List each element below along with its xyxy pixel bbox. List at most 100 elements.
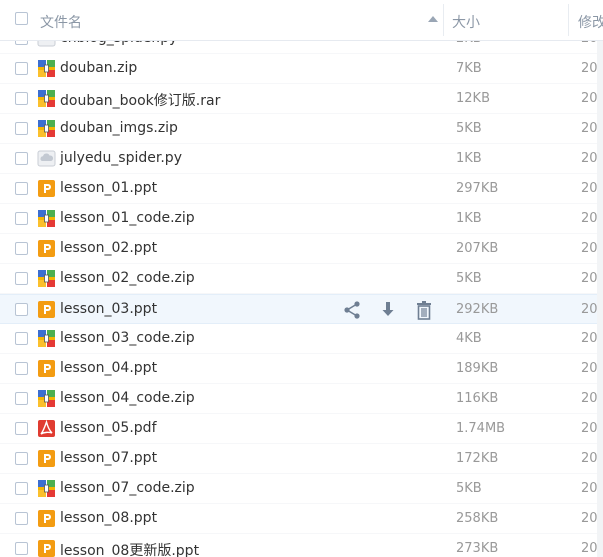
- file-name-link[interactable]: lesson_07.ppt: [60, 450, 157, 466]
- file-row[interactable]: douban.zip7KB201: [0, 54, 603, 84]
- row-checkbox[interactable]: [15, 122, 28, 135]
- file-list-panel: cnblog_spider.py2KB201douban.zip7KB201do…: [0, 0, 603, 557]
- file-size: 172KB: [456, 451, 499, 466]
- file-size: 292KB: [456, 302, 499, 317]
- file-row[interactable]: lesson_01_code.zip1KB201: [0, 204, 603, 234]
- column-separator[interactable]: [568, 4, 569, 36]
- file-size: 258KB: [456, 511, 499, 526]
- file-name-link[interactable]: douban.zip: [60, 60, 137, 76]
- file-row[interactable]: douban_imgs.zip5KB201: [0, 114, 603, 144]
- file-row[interactable]: lesson_08.ppt258KB201: [0, 504, 603, 534]
- zip-archive-icon: [37, 329, 56, 348]
- file-size: 273KB: [456, 541, 499, 556]
- zip-archive-icon: [37, 479, 56, 498]
- file-row[interactable]: lesson_03.ppt292KB201: [0, 294, 603, 324]
- zip-archive-icon: [37, 209, 56, 228]
- file-row[interactable]: lesson_07.ppt172KB201: [0, 444, 603, 474]
- row-checkbox[interactable]: [15, 362, 28, 375]
- row-checkbox[interactable]: [15, 212, 28, 225]
- row-checkbox[interactable]: [15, 392, 28, 405]
- file-row[interactable]: lesson_04_code.zip116KB201: [0, 384, 603, 414]
- ppt-file-icon: [37, 300, 56, 319]
- zip-archive-icon: [37, 269, 56, 288]
- file-row[interactable]: lesson_08更新版.ppt273KB201: [0, 534, 603, 557]
- file-name-link[interactable]: lesson_02.ppt: [60, 240, 157, 256]
- file-size: 297KB: [456, 181, 499, 196]
- ppt-file-icon: [37, 239, 56, 258]
- file-name-link[interactable]: lesson_05.pdf: [60, 420, 157, 436]
- rar-archive-icon: [37, 89, 56, 108]
- file-size: 4KB: [456, 331, 482, 346]
- file-size: 189KB: [456, 361, 499, 376]
- file-name-link[interactable]: lesson_03_code.zip: [60, 330, 195, 346]
- row-checkbox[interactable]: [15, 542, 28, 555]
- file-size: 1KB: [456, 211, 482, 226]
- file-size: 12KB: [456, 91, 490, 106]
- row-checkbox[interactable]: [15, 332, 28, 345]
- column-header-name[interactable]: 文件名: [40, 12, 82, 32]
- file-name-link[interactable]: lesson_08.ppt: [60, 510, 157, 526]
- file-list: cnblog_spider.py2KB201douban.zip7KB201do…: [0, 24, 603, 557]
- vertical-scrollbar[interactable]: [597, 40, 603, 557]
- file-size: 5KB: [456, 481, 482, 496]
- row-checkbox[interactable]: [15, 152, 28, 165]
- row-checkbox[interactable]: [15, 452, 28, 465]
- ppt-file-icon: [37, 179, 56, 198]
- file-name-link[interactable]: lesson_03.ppt: [60, 301, 157, 317]
- file-size: 116KB: [456, 391, 499, 406]
- select-all-checkbox[interactable]: [15, 12, 28, 25]
- file-name-link[interactable]: lesson_01.ppt: [60, 180, 157, 196]
- row-checkbox[interactable]: [15, 62, 28, 75]
- share-icon[interactable]: [342, 300, 362, 320]
- ppt-file-icon: [37, 539, 56, 557]
- file-row[interactable]: lesson_03_code.zip4KB201: [0, 324, 603, 354]
- ppt-file-icon: [37, 509, 56, 528]
- column-separator[interactable]: [443, 4, 444, 36]
- file-name-link[interactable]: lesson_07_code.zip: [60, 480, 195, 496]
- file-name-link[interactable]: julyedu_spider.py: [60, 150, 182, 166]
- zip-archive-icon: [37, 59, 56, 78]
- file-row[interactable]: douban_book修订版.rar12KB201: [0, 84, 603, 114]
- file-size: 7KB: [456, 61, 482, 76]
- row-actions: [342, 300, 434, 320]
- row-checkbox[interactable]: [15, 182, 28, 195]
- row-checkbox[interactable]: [15, 242, 28, 255]
- file-row[interactable]: julyedu_spider.py1KB201: [0, 144, 603, 174]
- file-row[interactable]: lesson_02_code.zip5KB201: [0, 264, 603, 294]
- file-row[interactable]: lesson_04.ppt189KB201: [0, 354, 603, 384]
- download-icon[interactable]: [378, 300, 398, 320]
- file-name-link[interactable]: douban_book修订版.rar: [60, 90, 220, 110]
- row-checkbox[interactable]: [15, 303, 28, 316]
- row-checkbox[interactable]: [15, 422, 28, 435]
- pdf-file-icon: [37, 419, 56, 438]
- zip-archive-icon: [37, 119, 56, 138]
- file-row[interactable]: lesson_05.pdf1.74MB201: [0, 414, 603, 444]
- file-size: 1.74MB: [456, 421, 506, 436]
- file-name-link[interactable]: lesson_08更新版.ppt: [60, 540, 199, 557]
- file-name-link[interactable]: douban_imgs.zip: [60, 120, 178, 136]
- ppt-file-icon: [37, 449, 56, 468]
- file-row[interactable]: lesson_02.ppt207KB201: [0, 234, 603, 264]
- file-name-link[interactable]: lesson_04_code.zip: [60, 390, 195, 406]
- delete-icon[interactable]: [414, 300, 434, 320]
- ppt-file-icon: [37, 359, 56, 378]
- row-checkbox[interactable]: [15, 512, 28, 525]
- file-size: 207KB: [456, 241, 499, 256]
- row-checkbox[interactable]: [15, 92, 28, 105]
- column-header-size[interactable]: 大小: [452, 12, 480, 32]
- file-list-header: 文件名 大小 修改: [0, 0, 603, 41]
- python-file-icon: [37, 149, 56, 168]
- file-row[interactable]: lesson_07_code.zip5KB201: [0, 474, 603, 504]
- file-name-link[interactable]: lesson_04.ppt: [60, 360, 157, 376]
- file-row[interactable]: lesson_01.ppt297KB201: [0, 174, 603, 204]
- file-size: 5KB: [456, 121, 482, 136]
- column-header-date[interactable]: 修改: [578, 12, 603, 32]
- sort-ascending-icon[interactable]: [426, 13, 440, 25]
- file-name-link[interactable]: lesson_02_code.zip: [60, 270, 195, 286]
- row-checkbox[interactable]: [15, 272, 28, 285]
- file-name-link[interactable]: lesson_01_code.zip: [60, 210, 195, 226]
- file-size: 5KB: [456, 271, 482, 286]
- row-checkbox[interactable]: [15, 482, 28, 495]
- zip-archive-icon: [37, 389, 56, 408]
- file-size: 1KB: [456, 151, 482, 166]
